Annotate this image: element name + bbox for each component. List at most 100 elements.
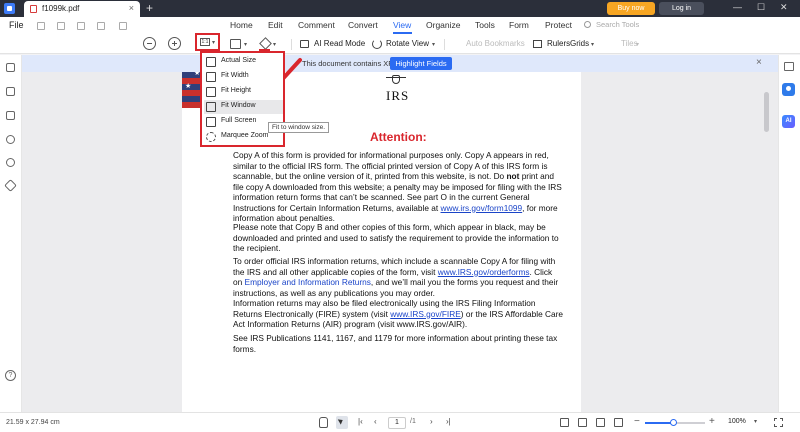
zoom-in-status-icon[interactable]: +: [709, 416, 715, 427]
page-size-readout: 21.59 x 27.94 cm: [6, 419, 60, 426]
page-display-icon[interactable]: [230, 39, 241, 49]
buy-now-button[interactable]: Buy now: [607, 2, 655, 15]
two-page-view-icon[interactable]: [578, 418, 587, 427]
menu-view[interactable]: View: [393, 20, 411, 30]
fire-link[interactable]: www.IRS.gov/FIRE: [390, 309, 461, 319]
open-file-icon[interactable]: [37, 22, 45, 30]
rotate-view-button[interactable]: Rotate View: [386, 39, 429, 48]
full-screen-icon: [206, 117, 216, 127]
auto-bookmarks-button[interactable]: Auto Bookmarks: [466, 39, 525, 48]
search-icon: [584, 21, 591, 28]
tab-close-icon[interactable]: ×: [129, 3, 134, 13]
fit-height-icon: [206, 87, 216, 97]
page-display-caret[interactable]: ▾: [244, 41, 247, 48]
rotate-icon: [372, 39, 382, 49]
fit-view-status-icon[interactable]: [614, 418, 623, 427]
ruler-icon: [533, 40, 542, 48]
search-tools-input[interactable]: Search Tools: [580, 19, 720, 32]
scroll-thumb[interactable]: [764, 92, 769, 132]
paragraph-order-forms: To order official IRS information return…: [233, 256, 559, 298]
minimize-icon[interactable]: —: [733, 2, 742, 12]
fit-width-icon: [206, 72, 216, 82]
menu-home[interactable]: Home: [230, 20, 253, 30]
single-page-view-icon[interactable]: [560, 418, 569, 427]
user-panel-icon[interactable]: [782, 83, 795, 96]
menu-convert[interactable]: Convert: [348, 20, 378, 30]
paragraph-copy-a: Copy A of this form is provided for info…: [233, 150, 562, 223]
new-tab-button[interactable]: +: [146, 1, 153, 15]
background-color-caret[interactable]: ▾: [273, 41, 276, 48]
dropdown-actual-size[interactable]: Actual Size: [204, 55, 283, 69]
comment-icon[interactable]: [6, 111, 15, 120]
search-icon[interactable]: [6, 158, 15, 167]
zoom-slider-knob[interactable]: [670, 419, 678, 426]
app-logo-icon[interactable]: [4, 3, 15, 14]
left-sidebar: ?: [0, 55, 22, 412]
print-icon[interactable]: [77, 22, 85, 30]
toolbar-divider: [444, 39, 445, 50]
fit-view-button[interactable]: 1:1 ▾: [195, 33, 220, 51]
read-mode-icon: [300, 40, 309, 48]
background-color-icon[interactable]: [259, 39, 270, 51]
maximize-icon[interactable]: ☐: [757, 2, 765, 13]
tiles-caret[interactable]: ▾: [636, 41, 639, 48]
zoom-level[interactable]: 100%: [728, 418, 746, 425]
actual-size-icon: [206, 57, 216, 67]
dropdown-fit-window[interactable]: Fit Window: [204, 100, 283, 114]
bookmark-icon[interactable]: [6, 87, 15, 96]
grids-caret[interactable]: ▾: [591, 41, 594, 48]
menu-form[interactable]: Form: [509, 20, 529, 30]
properties-icon[interactable]: [784, 62, 794, 71]
form1099-link[interactable]: www.irs.gov/form1099: [441, 203, 523, 213]
zoom-in-icon[interactable]: [168, 37, 181, 50]
ai-assistant-icon[interactable]: AI: [782, 115, 795, 128]
quick-access-icon[interactable]: [119, 22, 127, 30]
hand-tool-icon[interactable]: [319, 417, 328, 428]
orderforms-link[interactable]: www.IRS.gov/orderforms: [438, 267, 530, 277]
employer-returns-link[interactable]: Employer and Information Returns: [245, 277, 371, 287]
highlight-fields-button[interactable]: Highlight Fields: [390, 57, 452, 70]
zoom-slider[interactable]: [645, 419, 705, 426]
close-window-icon[interactable]: ✕: [780, 2, 788, 13]
undo-icon[interactable]: [97, 22, 105, 30]
last-page-icon[interactable]: ›|: [446, 417, 451, 426]
pdf-file-icon: [30, 5, 37, 13]
fit-view-icon: 1:1: [200, 38, 210, 46]
fit-view-caret: ▾: [212, 40, 216, 46]
menu-tools[interactable]: Tools: [475, 20, 495, 30]
menu-protect[interactable]: Protect: [545, 20, 572, 30]
status-bar: 21.59 x 27.94 cm |‹ ‹ 1 /1 › ›| − + 100%…: [0, 412, 800, 432]
menu-comment[interactable]: Comment: [298, 20, 335, 30]
file-menu[interactable]: File: [9, 20, 24, 30]
save-icon[interactable]: [57, 22, 65, 30]
view-toolbar: ▾ ▾ AI Read Mode Rotate View ▾ Auto Book…: [0, 34, 800, 54]
dropdown-fit-width[interactable]: Fit Width: [204, 70, 283, 84]
paragraph-fire: Information returns may also be filed el…: [233, 298, 563, 329]
help-icon[interactable]: ?: [5, 370, 16, 381]
select-tool-icon[interactable]: [336, 416, 348, 429]
document-tab[interactable]: f1099k.pdf ×: [24, 1, 140, 17]
ai-read-mode-button[interactable]: AI Read Mode: [314, 39, 365, 48]
grids-button[interactable]: Grids: [570, 39, 589, 48]
dropdown-fit-height[interactable]: Fit Height: [204, 85, 283, 99]
tab-title: f1099k.pdf: [42, 4, 80, 13]
page-thumbnail-icon[interactable]: [6, 63, 15, 72]
layers-icon[interactable]: [4, 179, 17, 192]
zoom-out-status-icon[interactable]: −: [634, 416, 640, 427]
scroll-view-icon[interactable]: [596, 418, 605, 427]
login-button[interactable]: Log in: [659, 2, 704, 15]
current-page-input[interactable]: 1: [388, 417, 406, 429]
vertical-scrollbar[interactable]: [763, 72, 770, 412]
first-page-icon[interactable]: |‹: [358, 417, 363, 426]
menu-edit[interactable]: Edit: [268, 20, 283, 30]
fullscreen-icon[interactable]: [774, 418, 783, 427]
menu-organize[interactable]: Organize: [426, 20, 461, 30]
zoom-level-caret[interactable]: ▾: [754, 418, 757, 425]
rotate-view-caret[interactable]: ▾: [432, 41, 435, 48]
close-banner-icon[interactable]: ×: [756, 57, 762, 68]
previous-page-icon[interactable]: ‹: [374, 417, 377, 426]
next-page-icon[interactable]: ›: [430, 417, 433, 426]
rulers-button[interactable]: Rulers: [547, 39, 570, 48]
total-pages: /1: [410, 418, 416, 425]
zoom-out-icon[interactable]: [143, 37, 156, 50]
